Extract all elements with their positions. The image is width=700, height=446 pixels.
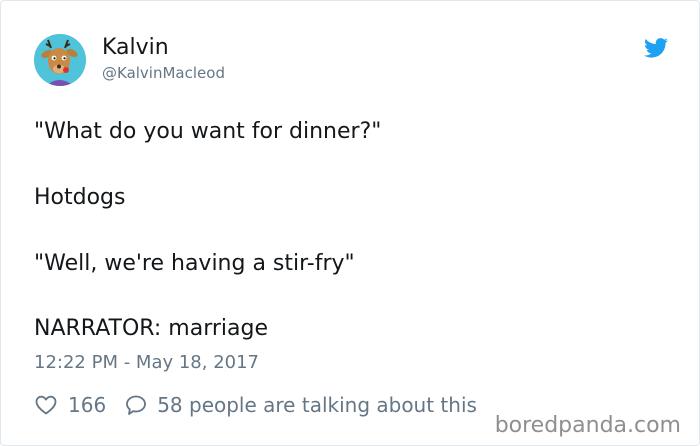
tweet-timestamp[interactable]: 12:22 PM - May 18, 2017 (34, 351, 259, 375)
tweet-text-line: NARRATOR: marriage (34, 316, 269, 341)
conversation-count[interactable]: 58 people are talking about this (157, 393, 477, 417)
speech-bubble-icon[interactable] (124, 393, 148, 417)
tweet-text-line: Hotdogs (34, 185, 126, 210)
twitter-bird-icon[interactable] (644, 38, 668, 58)
display-name[interactable]: Kalvin (102, 34, 169, 62)
tweet-card: Kalvin @KalvinMacleod "What do you want … (0, 0, 700, 446)
deer-avatar-icon (34, 34, 86, 86)
avatar[interactable] (34, 34, 86, 86)
tweet-text-line: "What do you want for dinner?" (34, 119, 382, 144)
tweet-actions: 166 58 people are talking about this (34, 391, 477, 419)
user-handle[interactable]: @KalvinMacleod (102, 63, 225, 83)
watermark: boredpanda.com (486, 410, 685, 443)
heart-icon[interactable] (34, 393, 58, 417)
tweet-text-line: "Well, we're having a stir-fry" (34, 251, 355, 276)
like-count: 166 (68, 393, 107, 417)
